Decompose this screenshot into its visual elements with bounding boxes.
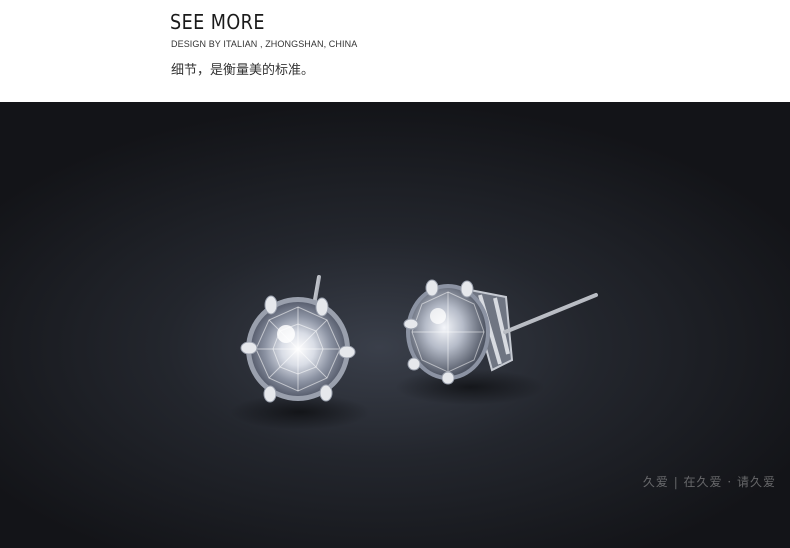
- product-photo: 久爱 | 在久爱 · 请久爱: [0, 102, 790, 548]
- left-earring: [240, 295, 356, 403]
- right-earring-shadow: [395, 369, 545, 405]
- right-earring: [403, 279, 598, 385]
- tagline: 细节，是衡量美的标准。: [171, 63, 315, 78]
- design-credit: DESIGN BY ITALIAN , ZHONGSHAN, CHINA: [171, 39, 358, 49]
- brand-watermark: 久爱 | 在久爱 · 请久爱: [642, 475, 776, 489]
- page-title: SEE MORE: [170, 10, 265, 34]
- right-earring-post: [503, 293, 598, 334]
- header: SEE MORE DESIGN BY ITALIAN , ZHONGSHAN, …: [0, 0, 790, 102]
